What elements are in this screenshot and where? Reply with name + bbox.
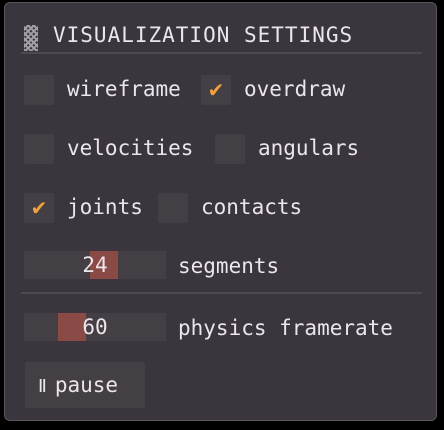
physics-framerate-value: 60	[82, 315, 108, 339]
segments-value: 24	[82, 253, 108, 277]
check-icon: ✔	[30, 196, 48, 220]
wireframe-checkbox[interactable]	[24, 75, 54, 105]
pause-button-label: pause	[54, 373, 119, 397]
pause-icon: Ⅱ	[38, 376, 47, 397]
angulars-label[interactable]: angulars	[258, 136, 359, 160]
contacts-checkbox[interactable]	[158, 193, 188, 223]
physics-framerate-label: physics framerate	[178, 316, 393, 340]
check-icon: ✔	[207, 78, 225, 102]
section-divider	[21, 292, 422, 294]
physics-framerate-slider[interactable]: 60	[24, 313, 166, 341]
velocities-checkbox[interactable]	[24, 134, 54, 164]
angulars-checkbox[interactable]	[215, 134, 245, 164]
segments-slider[interactable]: 24	[24, 251, 166, 279]
contacts-label[interactable]: contacts	[201, 195, 302, 219]
header-divider	[21, 52, 422, 54]
wireframe-label[interactable]: wireframe	[67, 77, 181, 101]
panel-title: VISUALIZATION SETTINGS	[53, 23, 354, 47]
velocities-label[interactable]: velocities	[67, 136, 193, 160]
joints-checkbox[interactable]: ✔	[24, 193, 54, 223]
overdraw-checkbox[interactable]: ✔	[201, 75, 231, 105]
panel-header[interactable]: VISUALIZATION SETTINGS	[5, 3, 436, 53]
segments-label: segments	[178, 254, 280, 278]
drag-handle-icon[interactable]	[24, 25, 38, 51]
joints-label[interactable]: joints	[67, 195, 143, 219]
overdraw-label[interactable]: overdraw	[244, 77, 345, 101]
visualization-settings-panel: VISUALIZATION SETTINGS wireframe ✔ overd…	[4, 2, 437, 421]
pause-button[interactable]: Ⅱpause	[25, 362, 145, 408]
